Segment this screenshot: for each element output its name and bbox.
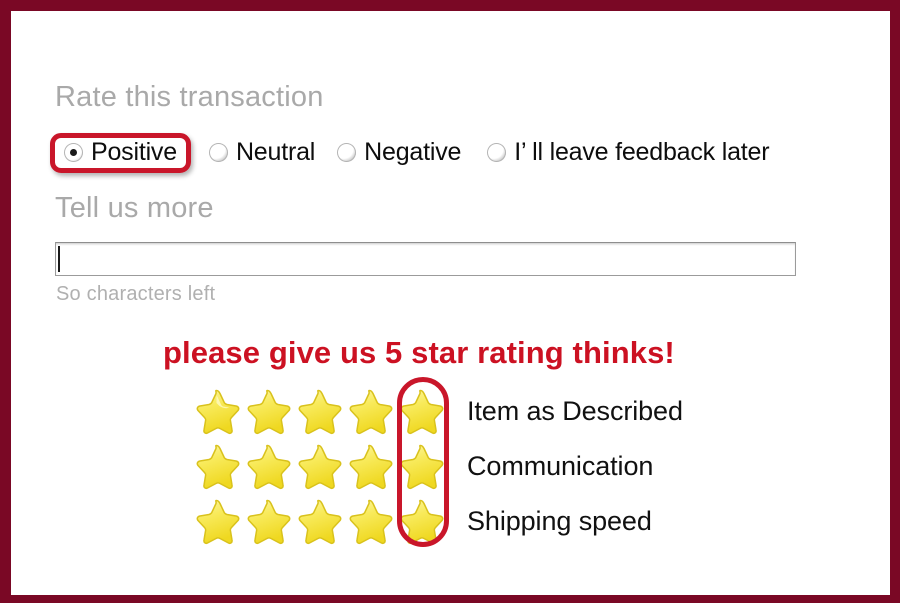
frame-border-top bbox=[0, 0, 900, 11]
star-row-label: Communication bbox=[467, 450, 654, 481]
star-rating-row: Item as Described bbox=[191, 385, 683, 437]
star-icon[interactable] bbox=[344, 441, 395, 491]
star-icon[interactable] bbox=[242, 441, 293, 491]
star-ratings-group: Item as Described Communication Shipping… bbox=[11, 11, 890, 595]
star-icon[interactable] bbox=[191, 496, 242, 546]
frame-border-left bbox=[0, 0, 11, 603]
star-icon[interactable] bbox=[242, 496, 293, 546]
star-icon[interactable] bbox=[344, 496, 395, 546]
star-icon[interactable] bbox=[191, 386, 242, 436]
form-canvas: Rate this transaction Positive Neutral N… bbox=[11, 11, 890, 595]
star-icon-highlighted[interactable] bbox=[395, 496, 446, 546]
frame-border-bottom bbox=[0, 595, 900, 603]
star-row-label: Item as Described bbox=[467, 395, 683, 426]
star-icon[interactable] bbox=[293, 496, 344, 546]
star-icon[interactable] bbox=[242, 386, 293, 436]
frame-border-right bbox=[890, 0, 900, 603]
star-icon-highlighted[interactable] bbox=[395, 441, 446, 491]
feedback-form-screenshot: Rate this transaction Positive Neutral N… bbox=[0, 0, 900, 603]
star-icon[interactable] bbox=[344, 386, 395, 436]
star-icon[interactable] bbox=[191, 441, 242, 491]
star-icon[interactable] bbox=[293, 441, 344, 491]
star-rating-row: Communication bbox=[191, 440, 653, 492]
text-cursor bbox=[58, 246, 60, 272]
star-row-label: Shipping speed bbox=[467, 505, 652, 536]
star-icon-highlighted[interactable] bbox=[395, 386, 446, 436]
star-rating-row: Shipping speed bbox=[191, 495, 652, 547]
star-icon[interactable] bbox=[293, 386, 344, 436]
